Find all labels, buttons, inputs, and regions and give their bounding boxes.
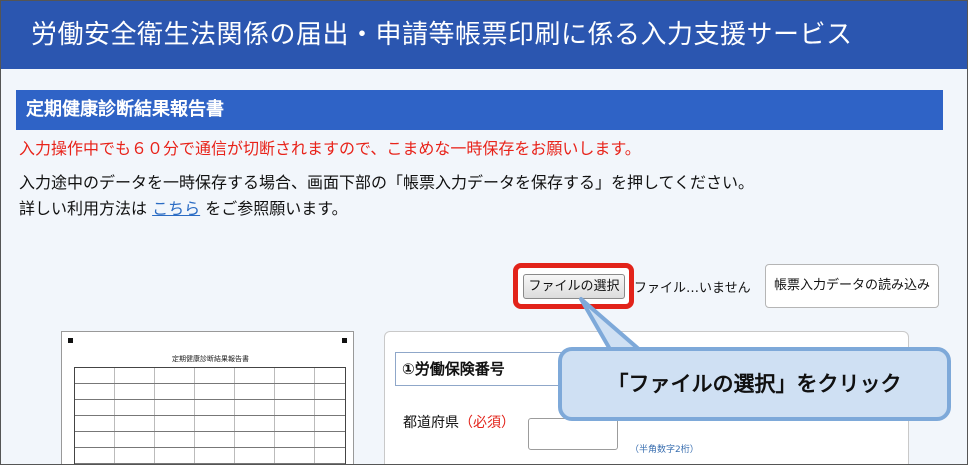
help-line: 詳しい利用方法は こちら をご参照願います。 [19, 195, 348, 219]
prefecture-label: 都道府県（必須） [403, 412, 515, 432]
required-marker: （必須） [459, 415, 515, 431]
help-prefix: 詳しい利用方法は [19, 199, 148, 218]
prefecture-hint: （半角数字2桁） [630, 445, 699, 455]
help-link[interactable]: こちら [152, 199, 200, 218]
registration-mark [68, 338, 73, 343]
registration-mark [342, 338, 347, 343]
save-instruction: 入力途中のデータを一時保存する場合、画面下部の「帳票入力データを保存する」を押し… [19, 173, 755, 192]
timeout-warning: 入力操作中でも６０分で通信が切断されますので、こまめな一時保存をお願いします。 [19, 139, 641, 158]
section-title: 定期健康診断結果報告書 [16, 90, 943, 130]
prefecture-label-text: 都道府県 [403, 415, 459, 431]
prefecture-input[interactable] [528, 418, 618, 450]
form-preview-thumbnail: 定期健康診断結果報告書 [61, 331, 354, 464]
page-header: 労働安全衛生法関係の届出・申請等帳票印刷に係る入力支援サービス [1, 1, 967, 69]
preview-form-grid [74, 367, 346, 464]
file-select-highlight: ファイルの選択 [513, 263, 634, 309]
instruction-callout: 「ファイルの選択」をクリック [558, 347, 951, 421]
preview-doc-title: 定期健康診断結果報告書 [172, 355, 249, 363]
help-suffix: をご参照願います。 [205, 199, 348, 218]
app-window: 労働安全衛生法関係の届出・申請等帳票印刷に係る入力支援サービス 定期健康診断結果… [0, 0, 968, 465]
file-status-text: ファイル…いません [634, 281, 751, 296]
file-select-button[interactable]: ファイルの選択 [523, 274, 625, 299]
load-data-button[interactable]: 帳票入力データの読み込み [765, 264, 939, 308]
